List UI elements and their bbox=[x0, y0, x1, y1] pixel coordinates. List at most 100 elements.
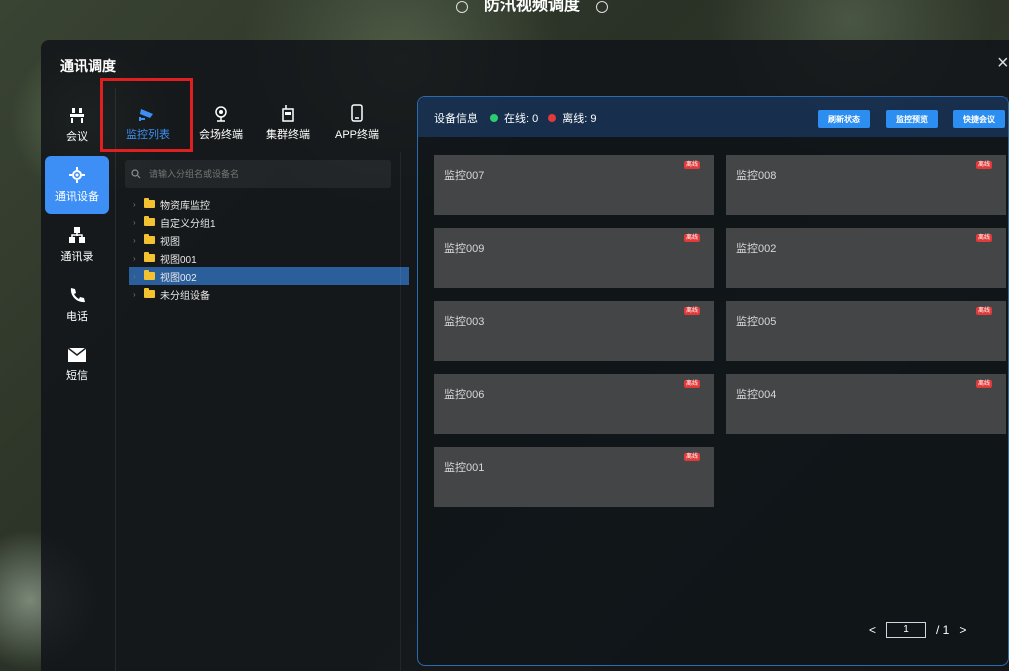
status-badge: 离线 bbox=[976, 380, 992, 388]
caret-icon: › bbox=[133, 235, 136, 245]
folder-icon bbox=[144, 216, 155, 226]
online-count: 在线: 0 bbox=[504, 113, 539, 125]
status-badge: 离线 bbox=[684, 307, 700, 315]
offline-dot-icon bbox=[548, 114, 557, 122]
rail-item-contacts[interactable]: 通讯录 bbox=[45, 216, 109, 274]
tree-item-label: 视图002 bbox=[160, 272, 197, 284]
tree-item-label: 物资库监控 bbox=[160, 200, 210, 212]
tree-item[interactable]: › 视图001 bbox=[129, 249, 409, 267]
camera-name: 监控003 bbox=[444, 316, 485, 328]
caret-icon: › bbox=[133, 271, 136, 281]
caret-icon: › bbox=[133, 217, 136, 227]
camera-name: 监控001 bbox=[444, 462, 485, 474]
tree-item[interactable]: › 视图 bbox=[129, 231, 409, 249]
page-total: / 1 bbox=[936, 623, 950, 637]
dialog-title: 通讯调度 bbox=[60, 58, 116, 74]
device-status-summary: 设备信息 在线: 0 离线: 9 bbox=[434, 110, 596, 126]
top-title: 防汛视频调度 bbox=[484, 0, 581, 14]
page-input[interactable]: 1 bbox=[886, 622, 927, 638]
camera-name: 监控006 bbox=[444, 389, 485, 401]
rail-label: 电话 bbox=[66, 311, 88, 323]
online-dot-icon bbox=[490, 114, 498, 122]
tab-label: APP终端 bbox=[334, 129, 379, 141]
panel-title: 设备信息 bbox=[434, 113, 478, 125]
tree-item-label: 未分组设备 bbox=[160, 290, 210, 302]
tab-app-terminal[interactable]: APP终端 bbox=[322, 92, 392, 146]
rail-label: 通讯录 bbox=[60, 251, 94, 263]
camera-card[interactable]: 监控009 离线 bbox=[434, 228, 714, 288]
folder-icon bbox=[144, 270, 155, 280]
tree-item-label: 自定义分组1 bbox=[160, 218, 216, 230]
camera-name: 监控008 bbox=[736, 170, 777, 182]
search-icon bbox=[131, 169, 141, 179]
rail-item-phone[interactable]: 电话 bbox=[45, 276, 109, 334]
webcam-icon bbox=[215, 106, 227, 122]
tab-cluster-terminal[interactable]: 集群终端 bbox=[253, 92, 323, 146]
refresh-status-button[interactable]: 刷新状态 bbox=[818, 110, 870, 128]
camera-name: 监控004 bbox=[736, 389, 777, 401]
offline-count: 离线: 9 bbox=[562, 113, 597, 125]
status-badge: 离线 bbox=[976, 307, 992, 315]
next-page-button[interactable]: > bbox=[959, 623, 966, 637]
rail-divider bbox=[115, 88, 116, 671]
tree-item[interactable]: › 未分组设备 bbox=[129, 285, 409, 303]
caret-icon: › bbox=[133, 199, 136, 209]
camera-name: 监控007 bbox=[444, 170, 485, 182]
tree-item-label: 视图001 bbox=[160, 254, 197, 266]
camera-card[interactable]: 监控003 离线 bbox=[434, 301, 714, 361]
tree-item-selected[interactable]: › 视图002 bbox=[129, 267, 409, 285]
top-title-bar: 防汛视频调度 bbox=[456, 0, 609, 14]
camera-name: 监控009 bbox=[444, 243, 485, 255]
tree-item-label: 视图 bbox=[160, 236, 180, 248]
status-badge: 离线 bbox=[684, 161, 700, 169]
prev-page-button[interactable]: < bbox=[869, 623, 876, 637]
status-badge: 离线 bbox=[976, 161, 992, 169]
camera-card[interactable]: 监控005 离线 bbox=[726, 301, 1006, 361]
camera-card[interactable]: 监控008 离线 bbox=[726, 155, 1006, 215]
device-icon bbox=[69, 167, 85, 183]
camera-card[interactable]: 监控004 离线 bbox=[726, 374, 1006, 434]
tree-item[interactable]: › 物资库监控 bbox=[129, 195, 409, 213]
rail-item-sms[interactable]: 短信 bbox=[45, 336, 109, 394]
pagination: < 1 / 1 > bbox=[869, 622, 966, 638]
rail-label: 通讯设备 bbox=[55, 191, 99, 203]
folder-icon bbox=[144, 288, 155, 298]
right-circle-icon bbox=[596, 1, 609, 13]
status-badge: 离线 bbox=[684, 380, 700, 388]
status-badge: 离线 bbox=[684, 234, 700, 242]
tab-venue-terminal[interactable]: 会场终端 bbox=[186, 92, 256, 146]
radio-icon bbox=[282, 105, 294, 122]
camera-card[interactable]: 监控007 离线 bbox=[434, 155, 714, 215]
close-icon[interactable]: × bbox=[997, 52, 1009, 75]
communication-dialog: 通讯调度 × 会议 通讯设备 通讯录 电话 短信 监控列表 会场终端 集群终端 … bbox=[41, 40, 1009, 671]
highlight-box bbox=[100, 78, 193, 152]
tab-label: 会场终端 bbox=[199, 129, 243, 141]
monitor-preview-button[interactable]: 监控预览 bbox=[886, 110, 938, 128]
status-badge: 离线 bbox=[684, 453, 700, 461]
phone-icon bbox=[70, 288, 85, 303]
mobile-icon bbox=[351, 104, 363, 122]
status-badge: 离线 bbox=[976, 234, 992, 242]
folder-icon bbox=[144, 252, 155, 262]
device-panel: 设备信息 在线: 0 离线: 9 刷新状态 监控预览 快捷会议 监控007 离线… bbox=[417, 96, 1009, 666]
meeting-icon bbox=[70, 108, 84, 123]
quick-meeting-button[interactable]: 快捷会议 bbox=[953, 110, 1005, 128]
camera-card[interactable]: 监控001 离线 bbox=[434, 447, 714, 507]
camera-name: 监控002 bbox=[736, 243, 777, 255]
folder-icon bbox=[144, 234, 155, 244]
camera-card[interactable]: 监控002 离线 bbox=[726, 228, 1006, 288]
contacts-icon bbox=[69, 227, 85, 243]
rail-item-device[interactable]: 通讯设备 bbox=[45, 156, 109, 214]
tab-label: 集群终端 bbox=[266, 129, 310, 141]
panel-header: 设备信息 在线: 0 离线: 9 刷新状态 监控预览 快捷会议 bbox=[418, 97, 1008, 137]
camera-card[interactable]: 监控006 离线 bbox=[434, 374, 714, 434]
search-input[interactable] bbox=[147, 168, 371, 180]
tree-item[interactable]: › 自定义分组1 bbox=[129, 213, 409, 231]
caret-icon: › bbox=[133, 253, 136, 263]
caret-icon: › bbox=[133, 289, 136, 299]
tree-search[interactable] bbox=[125, 160, 391, 188]
folder-icon bbox=[144, 198, 155, 208]
rail-label: 会议 bbox=[66, 131, 88, 143]
group-tree: › 物资库监控 › 自定义分组1 › 视图 › 视图001 › 视图002 › 未分组设备 bbox=[129, 195, 409, 303]
rail-label: 短信 bbox=[66, 370, 88, 382]
